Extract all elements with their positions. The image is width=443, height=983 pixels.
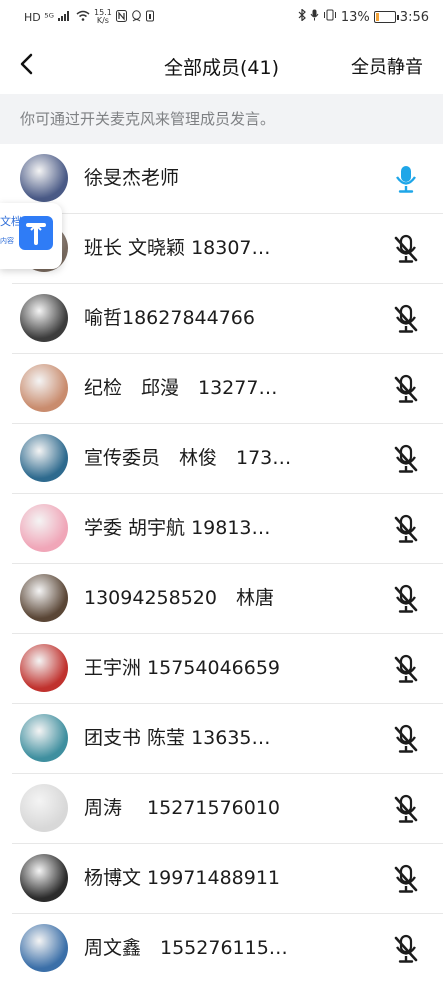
- microphone-muted-icon[interactable]: [392, 374, 420, 404]
- member-name: 班长 文晓颖 18307…: [84, 237, 271, 259]
- member-row[interactable]: 王宇洲 15754046659: [12, 634, 443, 704]
- member-row[interactable]: 班长 文晓颖 18307…: [12, 214, 443, 284]
- member-name: 团支书 陈莹 13635…: [84, 727, 271, 749]
- microphone-status-icon: [310, 9, 319, 25]
- notification-icon: [145, 10, 154, 25]
- hint-banner: 你可通过开关麦克风来管理成员发言。: [0, 94, 443, 144]
- battery-icon: [373, 11, 399, 23]
- net-speed: 15.1 K/s: [94, 9, 112, 25]
- microphone-muted-icon[interactable]: [392, 514, 420, 544]
- member-row[interactable]: 周涛 15271576010: [12, 774, 443, 844]
- floating-doc-widget[interactable]: 文档 内容: [0, 203, 62, 269]
- member-row[interactable]: 喻哲18627844766: [12, 284, 443, 354]
- avatar[interactable]: [20, 854, 68, 902]
- network-indicators: HD ⁵ᴳ: [24, 10, 55, 24]
- microphone-muted-icon[interactable]: [392, 864, 420, 894]
- microphone-muted-icon[interactable]: [392, 444, 420, 474]
- avatar[interactable]: [20, 364, 68, 412]
- avatar[interactable]: [20, 714, 68, 762]
- member-row[interactable]: 学委 胡宇航 19813…: [12, 494, 443, 564]
- floating-widget-sublabel: 内容: [0, 237, 14, 245]
- bluetooth-icon: [298, 8, 306, 25]
- vibrate-icon: [323, 9, 337, 25]
- avatar[interactable]: [20, 784, 68, 832]
- member-row[interactable]: 杨博文 19971488911: [12, 844, 443, 914]
- member-name: 喻哲18627844766: [84, 307, 255, 329]
- microphone-muted-icon[interactable]: [392, 234, 420, 264]
- member-row[interactable]: 13094258520 林唐: [12, 564, 443, 634]
- microphone-muted-icon[interactable]: [392, 654, 420, 684]
- member-row[interactable]: 团支书 陈莹 13635…: [12, 704, 443, 774]
- member-name: 王宇洲 15754046659: [84, 657, 281, 679]
- wifi-icon: [76, 10, 90, 24]
- microphone-muted-icon[interactable]: [392, 304, 420, 334]
- avatar[interactable]: [20, 154, 68, 202]
- member-row[interactable]: 宣传委员 林俊 173…: [12, 424, 443, 494]
- mute-all-button[interactable]: 全员静音: [351, 53, 423, 79]
- member-name: 周涛 15271576010: [84, 797, 281, 819]
- avatar[interactable]: [20, 924, 68, 972]
- member-name: 徐旻杰老师: [84, 167, 180, 189]
- member-row[interactable]: 周文鑫 155276115…: [12, 914, 443, 983]
- qq-icon: [131, 9, 142, 25]
- status-bar: HD ⁵ᴳ 15.1 K/s 13% 3:56: [0, 0, 443, 34]
- battery-percent: 13%: [340, 9, 370, 25]
- member-name: 13094258520 林唐: [84, 587, 274, 609]
- avatar[interactable]: [20, 574, 68, 622]
- member-name: 宣传委员 林俊 173…: [84, 447, 292, 469]
- status-right: 13% 3:56: [298, 8, 429, 25]
- avatar[interactable]: [20, 644, 68, 692]
- microphone-muted-icon[interactable]: [392, 584, 420, 614]
- nfc-icon: [115, 9, 127, 25]
- avatar[interactable]: [20, 294, 68, 342]
- member-row[interactable]: 徐旻杰老师: [12, 144, 443, 214]
- avatar[interactable]: [20, 434, 68, 482]
- member-name: 周文鑫 155276115…: [84, 937, 288, 959]
- avatar[interactable]: [20, 504, 68, 552]
- signal-icon: [58, 10, 72, 24]
- nav-bar: 全部成员(41) 全员静音: [0, 34, 443, 94]
- microphone-muted-icon[interactable]: [392, 724, 420, 754]
- status-left: HD ⁵ᴳ 15.1 K/s: [24, 9, 154, 25]
- share-arrow-icon[interactable]: [19, 216, 53, 250]
- member-list: 徐旻杰老师班长 文晓颖 18307… 喻哲18627844766 纪检 邱漫 132…: [0, 144, 443, 983]
- member-name: 纪检 邱漫 13277…: [84, 377, 278, 399]
- microphone-icon[interactable]: [392, 164, 420, 194]
- net-speed-unit: K/s: [96, 16, 109, 25]
- clock: 3:56: [399, 9, 429, 25]
- microphone-muted-icon[interactable]: [392, 794, 420, 824]
- member-name: 杨博文 19971488911: [84, 867, 281, 889]
- member-row[interactable]: 纪检 邱漫 13277…: [12, 354, 443, 424]
- member-name: 学委 胡宇航 19813…: [84, 517, 271, 539]
